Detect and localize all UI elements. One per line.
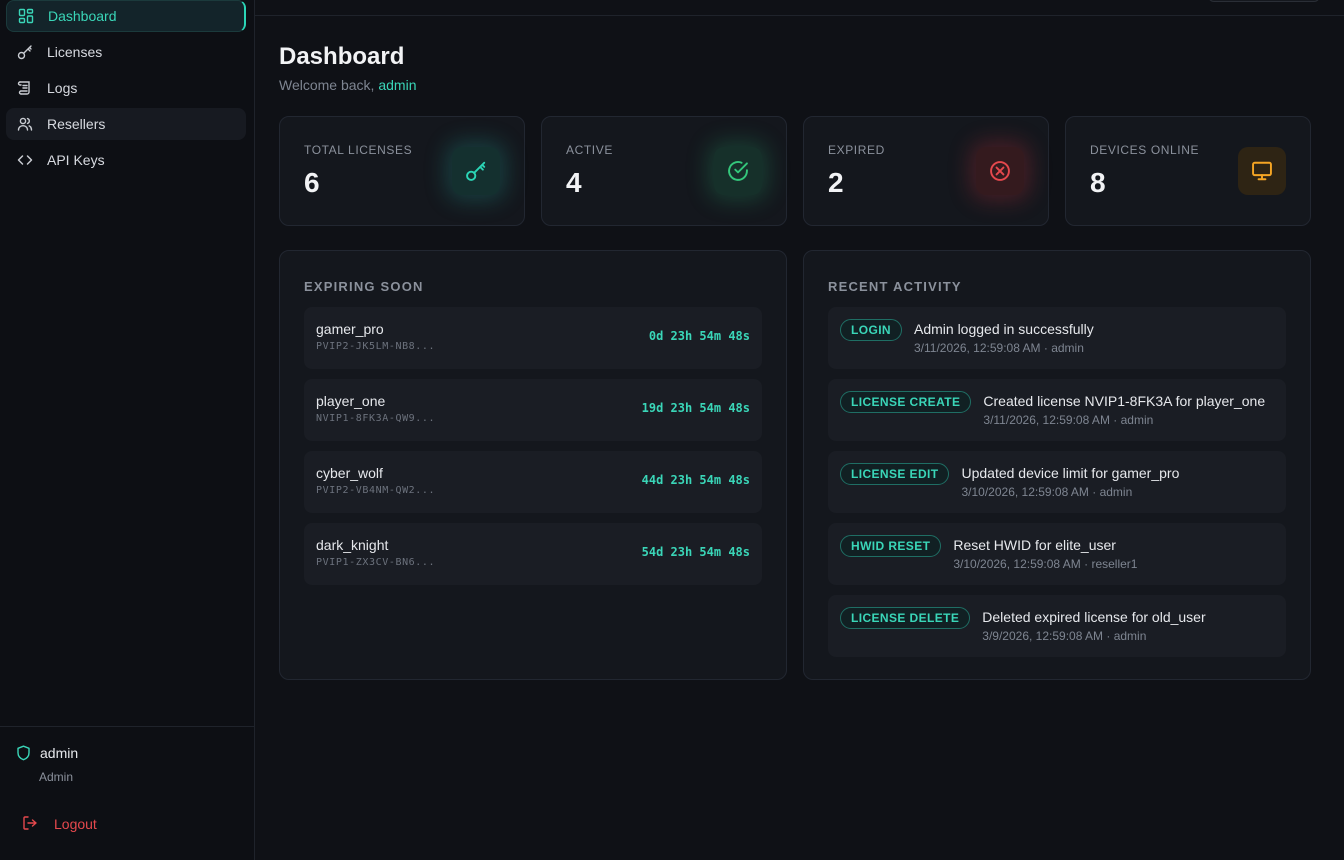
welcome-user: admin xyxy=(378,77,417,93)
check-circle-icon xyxy=(714,147,762,195)
activity-badge: LICENSE DELETE xyxy=(840,607,971,629)
activity-meta: 3/9/2026, 12:59:08 AM · admin xyxy=(982,629,1147,643)
activity-badge: LICENSE CREATE xyxy=(840,391,972,413)
stat-value: 2 xyxy=(828,167,844,198)
activity-message: Reset HWID for elite_user xyxy=(953,537,1116,553)
stat-card-active: ACTIVE 4 xyxy=(541,116,787,226)
list-item[interactable]: dark_knight PVIP1-ZX3CV-BN6... 54d 23h 5… xyxy=(304,523,762,585)
stats-row: TOTAL LICENSES 6 ACTIVE 4 EXPIRED 2 DEVI… xyxy=(279,116,1311,226)
sidebar-item-label: Dashboard xyxy=(48,8,117,24)
time-remaining: 0d 23h 54m 48s xyxy=(648,329,750,343)
license-user: gamer_pro xyxy=(316,321,384,337)
user-role: Admin xyxy=(39,770,74,784)
user-info: admin xyxy=(16,745,78,761)
stat-value: 6 xyxy=(304,167,320,198)
sidebar: Dashboard Licenses Logs Resellers API Ke… xyxy=(0,0,255,860)
key-icon xyxy=(16,43,34,61)
user-name: admin xyxy=(40,745,79,761)
license-user: dark_knight xyxy=(316,537,389,553)
stat-label: TOTAL LICENSES xyxy=(304,143,413,157)
list-item[interactable]: cyber_wolf PVIP2-VB4NM-QW2... 44d 23h 54… xyxy=(304,451,762,513)
license-user: player_one xyxy=(316,393,386,409)
top-bar-control[interactable] xyxy=(1208,0,1320,2)
logout-label: Logout xyxy=(54,816,97,832)
license-key: PVIP1-ZX3CV-BN6... xyxy=(316,557,436,568)
sidebar-item-label: API Keys xyxy=(47,152,105,168)
sidebar-item-resellers[interactable]: Resellers xyxy=(6,108,246,140)
time-remaining: 19d 23h 54m 48s xyxy=(641,401,750,415)
panel-title: EXPIRING SOON xyxy=(304,279,424,294)
sidebar-item-label: Resellers xyxy=(47,116,106,132)
logout-button[interactable]: Logout xyxy=(22,815,97,833)
list-item: LICENSE CREATE Created license NVIP1-8FK… xyxy=(828,379,1286,441)
stat-value: 4 xyxy=(566,167,582,198)
list-item: LICENSE EDIT Updated device limit for ga… xyxy=(828,451,1286,513)
top-bar xyxy=(255,0,1344,16)
license-user: cyber_wolf xyxy=(316,465,383,481)
sidebar-footer: admin Admin Logout xyxy=(0,726,254,860)
activity-meta: 3/11/2026, 12:59:08 AM · admin xyxy=(983,413,1154,427)
recent-activity-panel: RECENT ACTIVITY LOGIN Admin logged in su… xyxy=(803,250,1311,680)
activity-message: Created license NVIP1-8FK3A for player_o… xyxy=(983,393,1266,409)
users-icon xyxy=(16,115,34,133)
license-key: PVIP2-VB4NM-QW2... xyxy=(316,485,436,496)
activity-meta: 3/10/2026, 12:59:08 AM · reseller1 xyxy=(953,557,1138,571)
list-item[interactable]: player_one NVIP1-8FK3A-QW9... 19d 23h 54… xyxy=(304,379,762,441)
list-item: LOGIN Admin logged in successfully 3/11/… xyxy=(828,307,1286,369)
activity-meta: 3/11/2026, 12:59:08 AM · admin xyxy=(914,341,1084,355)
stat-label: EXPIRED xyxy=(828,143,885,157)
key-icon xyxy=(452,147,500,195)
activity-badge: LICENSE EDIT xyxy=(840,463,950,485)
time-remaining: 44d 23h 54m 48s xyxy=(641,473,750,487)
code-icon xyxy=(16,151,34,169)
list-item[interactable]: gamer_pro PVIP2-JK5LM-NB8... 0d 23h 54m … xyxy=(304,307,762,369)
activity-badge: LOGIN xyxy=(840,319,902,341)
time-remaining: 54d 23h 54m 48s xyxy=(641,545,750,559)
welcome-prefix: Welcome back, xyxy=(279,77,379,93)
sidebar-item-logs[interactable]: Logs xyxy=(6,72,246,104)
page-title: Dashboard xyxy=(279,43,405,70)
stat-card-total-licenses: TOTAL LICENSES 6 xyxy=(279,116,525,226)
license-key: NVIP1-8FK3A-QW9... xyxy=(316,413,436,424)
welcome-message: Welcome back, admin xyxy=(279,77,1311,93)
sidebar-item-label: Logs xyxy=(47,80,78,96)
panels-row: EXPIRING SOON gamer_pro PVIP2-JK5LM-NB8.… xyxy=(279,250,1311,680)
expiring-list: gamer_pro PVIP2-JK5LM-NB8... 0d 23h 54m … xyxy=(304,307,762,595)
expiring-soon-panel: EXPIRING SOON gamer_pro PVIP2-JK5LM-NB8.… xyxy=(279,250,787,680)
monitor-icon xyxy=(1238,147,1286,195)
stat-label: DEVICES ONLINE xyxy=(1090,143,1200,157)
activity-message: Deleted expired license for old_user xyxy=(982,609,1206,625)
activity-meta: 3/10/2026, 12:59:08 AM · admin xyxy=(961,485,1133,499)
activity-message: Admin logged in successfully xyxy=(914,321,1094,337)
logout-icon xyxy=(22,815,40,833)
list-item: HWID RESET Reset HWID for elite_user 3/1… xyxy=(828,523,1286,585)
x-circle-icon xyxy=(976,147,1024,195)
stat-card-devices-online: DEVICES ONLINE 8 xyxy=(1065,116,1311,226)
sidebar-item-dashboard[interactable]: Dashboard xyxy=(6,0,246,32)
license-key: PVIP2-JK5LM-NB8... xyxy=(316,341,436,352)
stat-value: 8 xyxy=(1090,167,1106,198)
activity-list: LOGIN Admin logged in successfully 3/11/… xyxy=(828,307,1286,667)
panel-title: RECENT ACTIVITY xyxy=(828,279,962,294)
scroll-icon xyxy=(16,79,34,97)
stat-card-expired: EXPIRED 2 xyxy=(803,116,1049,226)
sidebar-item-label: Licenses xyxy=(47,44,103,60)
shield-icon xyxy=(16,745,32,761)
activity-message: Updated device limit for gamer_pro xyxy=(961,465,1180,481)
grid-icon xyxy=(17,7,35,25)
main-content: Dashboard Welcome back, admin TOTAL LICE… xyxy=(279,40,1311,680)
sidebar-nav: Dashboard Licenses Logs Resellers API Ke… xyxy=(0,0,254,176)
sidebar-item-api-keys[interactable]: API Keys xyxy=(6,144,246,176)
list-item: LICENSE DELETE Deleted expired license f… xyxy=(828,595,1286,657)
activity-badge: HWID RESET xyxy=(840,535,942,557)
stat-label: ACTIVE xyxy=(566,143,613,157)
sidebar-item-licenses[interactable]: Licenses xyxy=(6,36,246,68)
